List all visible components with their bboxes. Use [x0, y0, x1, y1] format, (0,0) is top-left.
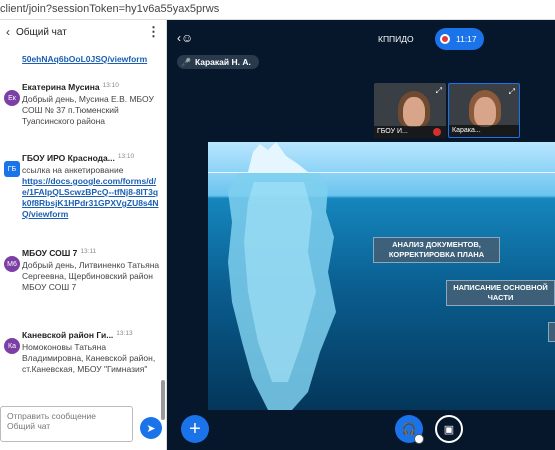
actions-button[interactable]: +: [181, 415, 209, 443]
users-toggle-icon[interactable]: ‹☺: [177, 31, 193, 45]
message-time: 13:13: [116, 330, 133, 337]
microphone-icon: 🎤: [181, 57, 191, 67]
expand-icon[interactable]: ⤢: [436, 86, 442, 96]
avatar: М6: [4, 256, 20, 272]
slide-label-partial: [548, 322, 555, 342]
iceberg-image: [208, 142, 555, 410]
avatar: Ка: [4, 338, 20, 354]
room-name: КППИДО: [378, 34, 414, 44]
sender-name: МБОУ СОШ 7: [22, 248, 78, 258]
recording-button[interactable]: 11:17: [435, 28, 484, 50]
webcam-label: Карака...: [449, 125, 519, 137]
message-time: 13:10: [102, 82, 119, 89]
record-icon: [440, 34, 450, 44]
headphones-icon: 🎧: [401, 422, 417, 436]
webcam-tile[interactable]: ⤢ ГБОУ И...: [374, 83, 446, 138]
participant-face: [403, 97, 425, 127]
camera-off-icon: ▣: [443, 423, 455, 436]
chat-input-row: Отправить сообщение Общий чат ➤: [0, 406, 167, 442]
more-options-icon[interactable]: ⋮: [147, 24, 160, 40]
message-link[interactable]: https://docs.google.com/forms/d/e/1FAIpQ…: [22, 176, 160, 220]
address-bar[interactable]: client/join?sessionToken=hy1v6a55yax5prw…: [0, 0, 555, 20]
message-text: ссылка на анкетирование: [22, 165, 124, 175]
chat-message-input[interactable]: Отправить сообщение Общий чат: [0, 406, 133, 442]
presentation-area: ‹☺ КППИДО 11:17 🎤 Каракай Н. А. ⤢ ГБОУ И…: [167, 20, 555, 450]
sender-name: Екатерина Мусина: [22, 82, 100, 92]
message-list[interactable]: 50ehNAq6bOoL0JSQ/viewform Ек Екатерина М…: [0, 44, 160, 419]
presenter-name: Каракай Н. А.: [194, 57, 251, 67]
slide-label: АНАЛИЗ ДОКУМЕНТОВ, КОРРЕКТИРОВКА ПЛАНА: [373, 237, 500, 263]
chat-header: ‹ Общий чат ⋮: [0, 20, 166, 44]
share-webcam-button[interactable]: ▣: [435, 415, 463, 443]
conference-header: ‹☺ КППИДО 11:17: [167, 20, 555, 54]
message-time: 13:10: [117, 153, 135, 160]
url-text: client/join?sessionToken=hy1v6a55yax5prw…: [0, 3, 220, 15]
message-text: Добрый день, Мусина Е.В. МБОУ СОШ № 37 п…: [22, 94, 154, 126]
plus-icon: +: [189, 417, 201, 440]
audio-settings-badge[interactable]: [414, 434, 424, 444]
chat-panel: ‹ Общий чат ⋮ 50ehNAq6bOoL0JSQ/viewform …: [0, 20, 167, 450]
message-text: Добрый день, Литвиненко Татьяна Сергеевн…: [22, 260, 160, 292]
participant-face: [474, 97, 496, 127]
message-text: Номоконовы Татьяна Владимировна, Каневск…: [22, 342, 156, 374]
message-time: 13:11: [80, 248, 97, 255]
avatar: Ек: [4, 90, 20, 106]
avatar: ГБ: [4, 161, 20, 177]
sender-name: ГБОУ ИРО Краснода...: [22, 153, 115, 163]
webcam-tile[interactable]: ⤢ Карака...: [448, 83, 520, 138]
send-icon: ➤: [146, 422, 156, 435]
send-button[interactable]: ➤: [140, 417, 162, 439]
muted-icon: [433, 128, 441, 136]
chat-title: Общий чат: [16, 26, 67, 38]
expand-icon[interactable]: ⤢: [509, 87, 515, 97]
recording-time: 11:17: [456, 34, 477, 44]
slide-label: НАПИСАНИЕ ОСНОВНОЙ ЧАСТИ: [446, 280, 555, 306]
message-link[interactable]: 50ehNAq6bOoL0JSQ/viewform: [22, 54, 147, 64]
sender-name: Каневской район Ги...: [22, 330, 114, 340]
presentation-slide: АНАЛИЗ ДОКУМЕНТОВ, КОРРЕКТИРОВКА ПЛАНА Н…: [208, 142, 555, 410]
back-icon[interactable]: ‹: [6, 25, 10, 39]
presenter-badge: 🎤 Каракай Н. А.: [177, 55, 259, 69]
